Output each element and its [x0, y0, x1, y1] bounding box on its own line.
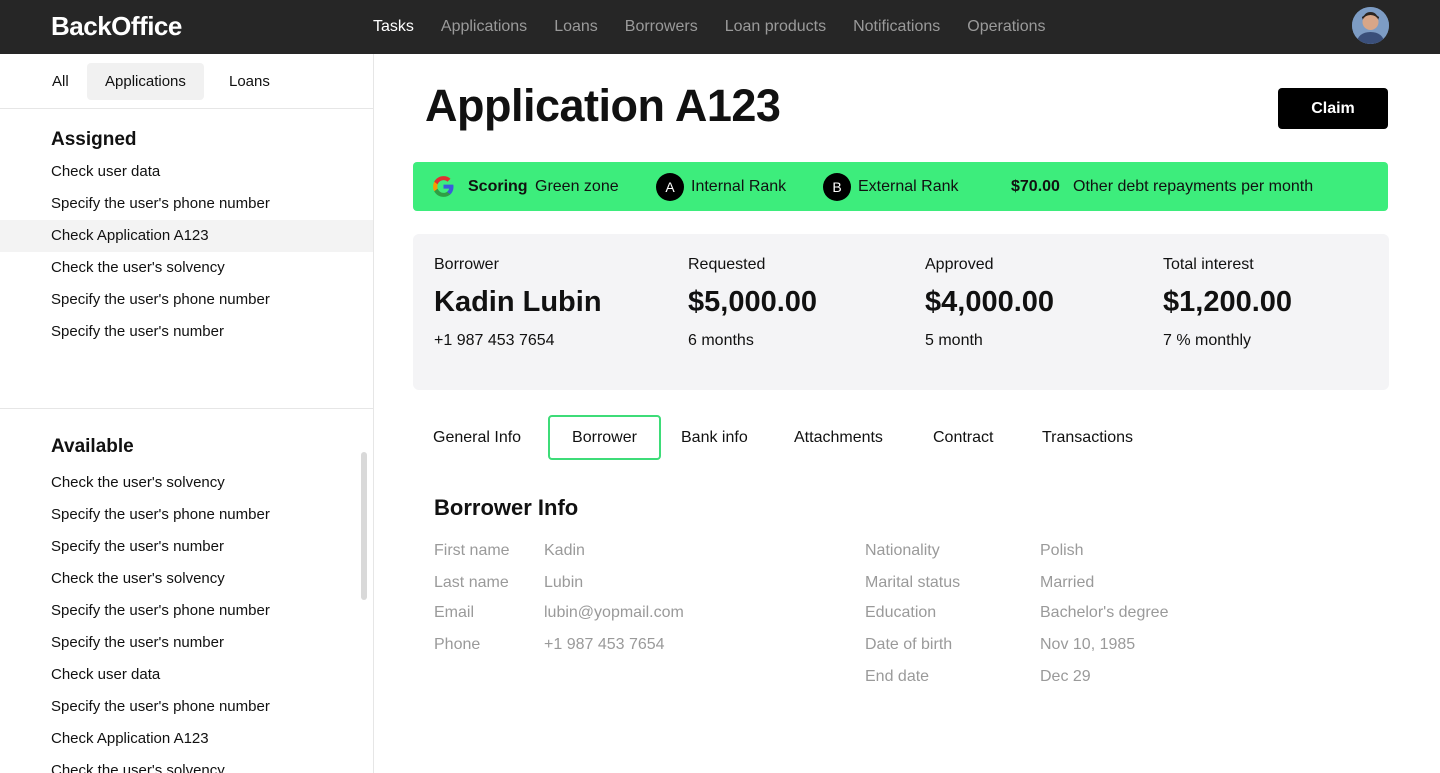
end-date-value: Dec 29: [1040, 668, 1091, 685]
assigned-task-item[interactable]: Specify the user's number: [0, 316, 373, 348]
loan-summary-card: Borrower Kadin Lubin +1 987 453 7654 Req…: [413, 234, 1389, 390]
borrower-label: Borrower: [434, 256, 499, 273]
requested-amount: $5,000.00: [688, 286, 818, 318]
date-of-birth-value: Nov 10, 1985: [1040, 636, 1136, 653]
assigned-task-item[interactable]: Specify the user's phone number: [0, 284, 373, 316]
debt-label: Other debt repayments per month: [1073, 178, 1314, 195]
borrower-phone: +1 987 453 7654: [434, 332, 555, 349]
sidebar-tabs: All Applications Loans: [0, 54, 373, 109]
available-task-item[interactable]: Check user data: [0, 659, 373, 691]
marital-status-label: Marital status: [865, 574, 961, 591]
avatar-icon: [1352, 7, 1389, 44]
claim-button[interactable]: Claim: [1278, 88, 1388, 129]
borrower-info-title: Borrower Info: [434, 495, 579, 520]
assigned-task-item[interactable]: Check the user's solvency: [0, 252, 373, 284]
scoring-banner: Scoring Green zone A Internal Rank B Ext…: [413, 162, 1388, 211]
sidebar-divider: [0, 408, 373, 409]
tab-bank-info[interactable]: Bank info: [681, 415, 748, 460]
scoring-value: Green zone: [535, 178, 619, 195]
nav-applications[interactable]: Applications: [441, 18, 527, 36]
nav-tasks[interactable]: Tasks: [373, 18, 414, 36]
last-name-value: Lubin: [544, 574, 584, 591]
available-task-item[interactable]: Specify the user's number: [0, 627, 373, 659]
phone-value: +1 987 453 7654: [544, 636, 665, 653]
user-avatar[interactable]: [1352, 7, 1389, 44]
date-of-birth-label: Date of birth: [865, 636, 953, 653]
debt-amount: $70.00: [1011, 178, 1060, 195]
available-task-item[interactable]: Check the user's solvency: [0, 467, 373, 499]
nav-operations[interactable]: Operations: [967, 18, 1045, 36]
task-sidebar: All Applications Loans Assigned Check us…: [0, 54, 374, 773]
available-task-item[interactable]: Specify the user's phone number: [0, 691, 373, 723]
education-label: Education: [865, 604, 937, 621]
approved-amount: $4,000.00: [925, 286, 1055, 318]
first-name-value: Kadin: [544, 542, 585, 559]
assigned-task-item-selected[interactable]: Check Application A123: [0, 220, 373, 252]
nav-notifications[interactable]: Notifications: [853, 18, 940, 36]
marital-status-value: Married: [1040, 574, 1095, 591]
external-rank-badge: B: [823, 173, 851, 201]
tab-contract[interactable]: Contract: [933, 415, 993, 460]
internal-rank-label: Internal Rank: [691, 178, 787, 195]
available-task-item[interactable]: Check the user's solvency: [0, 755, 373, 773]
tab-attachments[interactable]: Attachments: [794, 415, 883, 460]
last-name-label: Last name: [434, 574, 509, 591]
nav-loan-products[interactable]: Loan products: [725, 18, 826, 36]
main-nav: Tasks Applications Loans Borrowers Loan …: [373, 0, 1073, 54]
approved-label: Approved: [925, 256, 994, 273]
available-task-item[interactable]: Check the user's solvency: [0, 563, 373, 595]
requested-label: Requested: [688, 256, 766, 273]
google-g-icon: [433, 176, 454, 197]
sidebar-tab-all[interactable]: All: [34, 63, 87, 100]
available-task-item[interactable]: Specify the user's phone number: [0, 595, 373, 627]
sidebar-tab-loans[interactable]: Loans: [211, 63, 288, 100]
sidebar-tab-applications[interactable]: Applications: [87, 63, 204, 100]
available-task-item[interactable]: Specify the user's phone number: [0, 499, 373, 531]
end-date-label: End date: [865, 668, 930, 685]
available-section-title: Available: [51, 436, 134, 457]
sidebar-scrollbar[interactable]: [361, 452, 367, 600]
nationality-value: Polish: [1040, 542, 1084, 559]
approved-term: 5 month: [925, 332, 983, 349]
available-task-item[interactable]: Specify the user's number: [0, 531, 373, 563]
assigned-section-title: Assigned: [51, 129, 137, 150]
total-interest-label: Total interest: [1163, 256, 1254, 273]
nav-loans[interactable]: Loans: [554, 18, 598, 36]
interest-rate: 7 % monthly: [1163, 332, 1252, 349]
email-value: lubin@yopmail.com: [544, 604, 684, 621]
tab-transactions[interactable]: Transactions: [1042, 415, 1133, 460]
top-bar: BackOffice Tasks Applications Loans Borr…: [0, 0, 1440, 54]
external-rank-label: External Rank: [858, 178, 959, 195]
nav-borrowers[interactable]: Borrowers: [625, 18, 698, 36]
assigned-task-item[interactable]: Check user data: [0, 156, 373, 188]
internal-rank-badge: A: [656, 173, 684, 201]
borrower-name: Kadin Lubin: [434, 286, 602, 318]
app-logo[interactable]: BackOffice: [51, 11, 182, 42]
requested-term: 6 months: [688, 332, 754, 349]
nationality-label: Nationality: [865, 542, 940, 559]
assigned-task-item[interactable]: Specify the user's phone number: [0, 188, 373, 220]
first-name-label: First name: [434, 542, 510, 559]
available-task-item[interactable]: Check Application A123: [0, 723, 373, 755]
page-title: Application A123: [425, 80, 781, 131]
phone-label: Phone: [434, 636, 481, 653]
tab-borrower[interactable]: Borrower: [548, 415, 661, 460]
total-interest-amount: $1,200.00: [1163, 286, 1293, 318]
tab-general-info[interactable]: General Info: [433, 415, 521, 460]
education-value: Bachelor's degree: [1040, 604, 1169, 621]
email-label: Email: [434, 604, 475, 621]
scoring-label: Scoring: [468, 178, 528, 195]
